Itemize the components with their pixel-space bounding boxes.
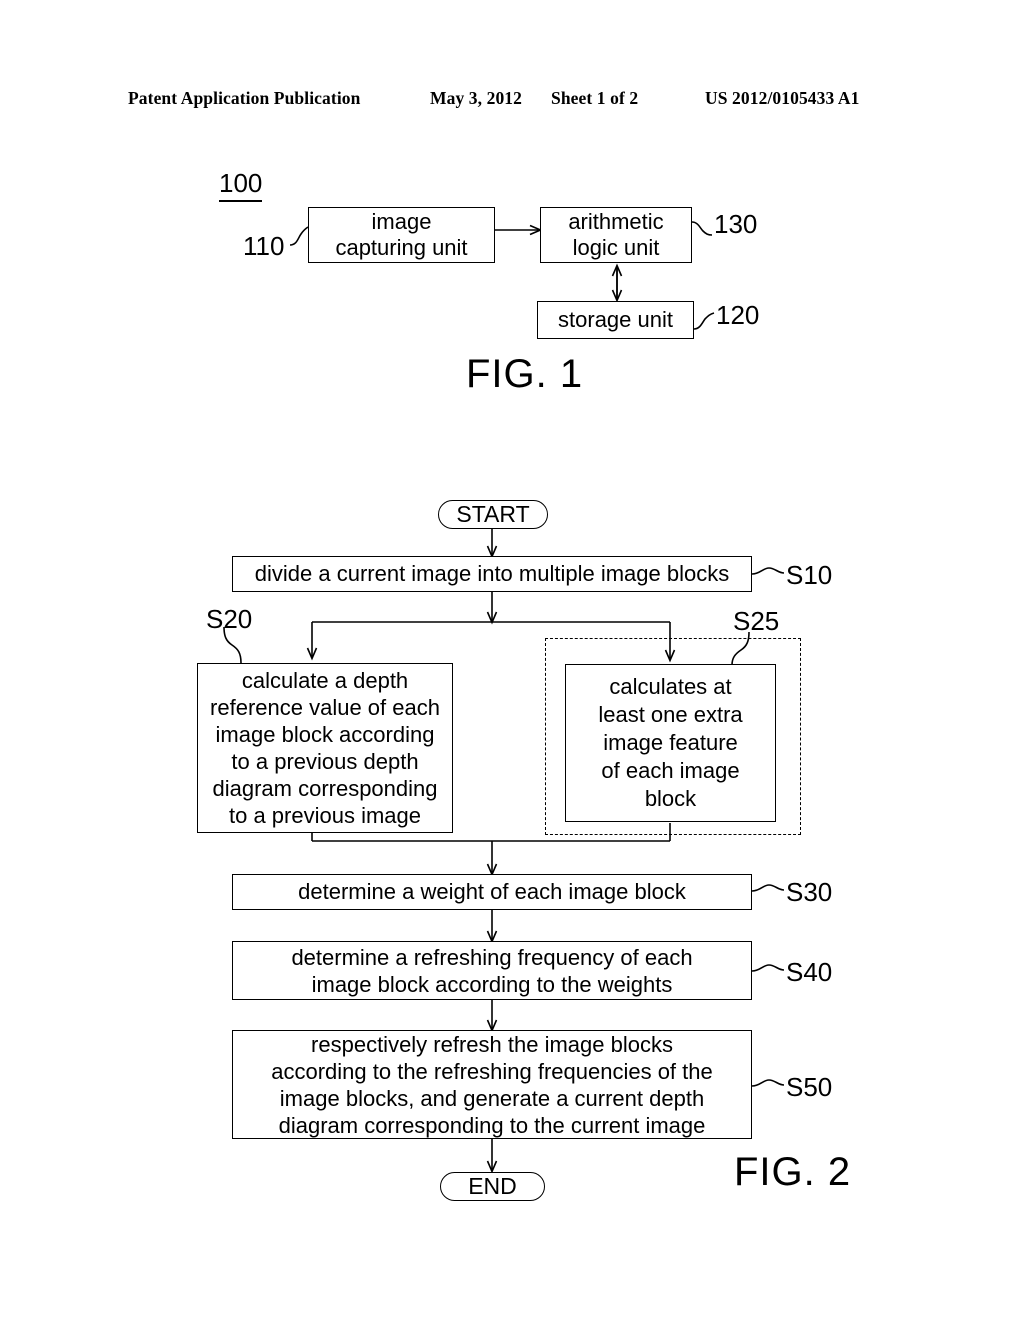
flowchart-step-s25: calculates at least one extra image feat… xyxy=(565,664,776,822)
flowchart-step-s50: respectively refresh the image blocks ac… xyxy=(232,1030,752,1139)
flowchart-step-s50-ref: S50 xyxy=(786,1072,833,1102)
flowchart-step-s10: divide a current image into multiple ima… xyxy=(232,556,752,592)
flowchart-step-s25-ref: S25 xyxy=(733,606,780,636)
flowchart-step-s40-ref: S40 xyxy=(786,957,833,987)
flowchart-step-s20-ref: S20 xyxy=(206,604,253,634)
flowchart-step-s50-text: respectively refresh the image blocks ac… xyxy=(271,1031,713,1138)
flowchart-step-s30: determine a weight of each image block xyxy=(232,874,752,910)
figure-2-caption: FIG. 2 xyxy=(734,1150,852,1194)
flowchart-step-s30-ref: S30 xyxy=(786,877,833,907)
flowchart-step-s20: calculate a depth reference value of eac… xyxy=(197,663,453,833)
flowchart-step-s40: determine a refreshing frequency of each… xyxy=(232,941,752,1000)
flowchart-end-label: END xyxy=(468,1173,517,1199)
flowchart-end-terminal: END xyxy=(440,1172,545,1201)
flowchart-step-s25-text: calculates at least one extra image feat… xyxy=(598,674,743,811)
flowchart-step-s10-text: divide a current image into multiple ima… xyxy=(254,561,730,586)
flowchart-step-s10-ref: S10 xyxy=(786,560,833,590)
flowchart-step-s40-text: determine a refreshing frequency of each… xyxy=(291,944,693,997)
flowchart-start-terminal: START xyxy=(438,500,548,529)
flowchart-step-s20-text: calculate a depth reference value of eac… xyxy=(210,668,440,828)
flowchart-step-s30-text: determine a weight of each image block xyxy=(298,879,686,904)
flowchart-start-label: START xyxy=(456,501,530,527)
figure-2: START divide a current image into multip… xyxy=(0,0,1024,1320)
